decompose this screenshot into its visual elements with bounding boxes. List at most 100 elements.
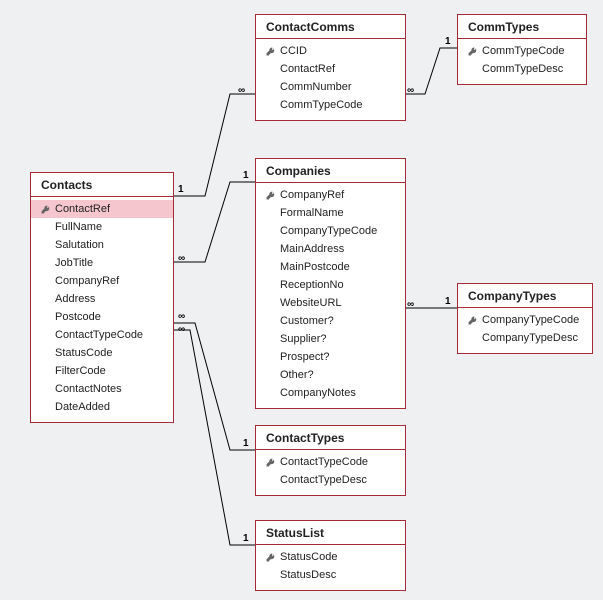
table-contactcomms-fields: CCID ContactRef CommNumber CommTypeCode bbox=[256, 39, 405, 120]
key-column bbox=[464, 316, 480, 325]
field-row[interactable]: Customer? bbox=[256, 312, 405, 330]
field-name: DateAdded bbox=[53, 401, 165, 413]
primary-key-icon bbox=[41, 205, 50, 214]
field-name: ReceptionNo bbox=[278, 279, 397, 291]
field-row[interactable]: CCID bbox=[256, 42, 405, 60]
field-name: StatusDesc bbox=[278, 569, 397, 581]
field-name: CommTypeCode bbox=[278, 99, 397, 111]
field-row[interactable]: CompanyRef bbox=[256, 186, 405, 204]
field-row[interactable]: StatusCode bbox=[256, 548, 405, 566]
field-name: CompanyRef bbox=[278, 189, 397, 201]
field-row[interactable]: DateAdded bbox=[31, 398, 173, 416]
field-name: ContactTypeCode bbox=[53, 329, 165, 341]
field-name: CompanyTypeCode bbox=[480, 314, 584, 326]
field-name: JobTitle bbox=[53, 257, 165, 269]
primary-key-icon bbox=[266, 458, 275, 467]
card-inf: ∞ bbox=[238, 85, 245, 96]
field-row[interactable]: FullName bbox=[31, 218, 173, 236]
field-row[interactable]: CommTypeCode bbox=[458, 42, 586, 60]
field-name: ContactTypeDesc bbox=[278, 474, 397, 486]
table-contacts[interactable]: Contacts ContactRefFullNameSalutationJob… bbox=[30, 172, 174, 423]
table-commtypes-fields: CommTypeCode CommTypeDesc bbox=[458, 39, 586, 84]
field-name: CompanyTypeDesc bbox=[480, 332, 584, 344]
field-row[interactable]: StatusDesc bbox=[256, 566, 405, 584]
field-row[interactable]: MainAddress bbox=[256, 240, 405, 258]
card-inf: ∞ bbox=[407, 299, 414, 310]
table-title: ContactComms bbox=[256, 15, 405, 39]
rel-contacts-contacttypes bbox=[172, 323, 255, 450]
primary-key-icon bbox=[266, 553, 275, 562]
field-row[interactable]: ContactTypeDesc bbox=[256, 471, 405, 489]
card-1: 1 bbox=[445, 296, 451, 307]
field-name: WebsiteURL bbox=[278, 297, 397, 309]
field-name: Customer? bbox=[278, 315, 397, 327]
field-row[interactable]: CompanyRef bbox=[31, 272, 173, 290]
table-statuslist[interactable]: StatusList StatusCode StatusDesc bbox=[255, 520, 406, 591]
field-row[interactable]: Supplier? bbox=[256, 330, 405, 348]
field-name: Salutation bbox=[53, 239, 165, 251]
field-row[interactable]: ReceptionNo bbox=[256, 276, 405, 294]
field-row[interactable]: Address bbox=[31, 290, 173, 308]
table-contacttypes[interactable]: ContactTypes ContactTypeCode ContactTypeD… bbox=[255, 425, 406, 496]
table-companytypes-fields: CompanyTypeCode CompanyTypeDesc bbox=[458, 308, 592, 353]
field-name: CompanyNotes bbox=[278, 387, 397, 399]
card-inf: ∞ bbox=[407, 85, 414, 96]
field-name: ContactRef bbox=[53, 203, 165, 215]
card-inf: ∞ bbox=[178, 324, 185, 335]
field-name: ContactNotes bbox=[53, 383, 165, 395]
field-row[interactable]: CompanyNotes bbox=[256, 384, 405, 402]
field-row[interactable]: JobTitle bbox=[31, 254, 173, 272]
card-inf: ∞ bbox=[178, 253, 185, 264]
field-row[interactable]: ContactNotes bbox=[31, 380, 173, 398]
field-name: FilterCode bbox=[53, 365, 165, 377]
field-row[interactable]: CompanyTypeCode bbox=[458, 311, 592, 329]
table-companytypes[interactable]: CompanyTypes CompanyTypeCode CompanyTypeD… bbox=[457, 283, 593, 354]
field-name: FormalName bbox=[278, 207, 397, 219]
field-row[interactable]: CommTypeCode bbox=[256, 96, 405, 114]
field-row[interactable]: Prospect? bbox=[256, 348, 405, 366]
field-name: StatusCode bbox=[278, 551, 397, 563]
table-title: CompanyTypes bbox=[458, 284, 592, 308]
field-name: Other? bbox=[278, 369, 397, 381]
table-title: StatusList bbox=[256, 521, 405, 545]
table-title: CommTypes bbox=[458, 15, 586, 39]
field-row[interactable]: CompanyTypeCode bbox=[256, 222, 405, 240]
field-row[interactable]: WebsiteURL bbox=[256, 294, 405, 312]
field-name: ContactRef bbox=[278, 63, 397, 75]
field-row[interactable]: ContactTypeCode bbox=[256, 453, 405, 471]
table-contacttypes-fields: ContactTypeCode ContactTypeDesc bbox=[256, 450, 405, 495]
field-name: CommTypeCode bbox=[480, 45, 578, 57]
rel-contacts-companies bbox=[172, 182, 255, 262]
field-row[interactable]: Postcode bbox=[31, 308, 173, 326]
table-companies[interactable]: Companies CompanyRef FormalName CompanyTyp… bbox=[255, 158, 406, 409]
field-name: Postcode bbox=[53, 311, 165, 323]
field-row[interactable]: FilterCode bbox=[31, 362, 173, 380]
table-statuslist-fields: StatusCode StatusDesc bbox=[256, 545, 405, 590]
card-1: 1 bbox=[243, 438, 249, 449]
field-row[interactable]: ContactRef bbox=[31, 200, 173, 218]
field-row[interactable]: Salutation bbox=[31, 236, 173, 254]
field-row[interactable]: ContactTypeCode bbox=[31, 326, 173, 344]
field-name: ContactTypeCode bbox=[278, 456, 397, 468]
field-name: CompanyRef bbox=[53, 275, 165, 287]
table-title: Companies bbox=[256, 159, 405, 183]
card-1: 1 bbox=[178, 184, 184, 195]
table-companies-fields: CompanyRef FormalName CompanyTypeCodeMainA… bbox=[256, 183, 405, 408]
table-title: ContactTypes bbox=[256, 426, 405, 450]
field-row[interactable]: CompanyTypeDesc bbox=[458, 329, 592, 347]
field-name: Prospect? bbox=[278, 351, 397, 363]
key-column bbox=[262, 191, 278, 200]
field-row[interactable]: CommTypeDesc bbox=[458, 60, 586, 78]
field-name: CCID bbox=[278, 45, 397, 57]
table-contactcomms[interactable]: ContactComms CCID ContactRef CommNumber Com… bbox=[255, 14, 406, 121]
card-1: 1 bbox=[445, 36, 451, 47]
table-commtypes[interactable]: CommTypes CommTypeCode CommTypeDesc bbox=[457, 14, 587, 85]
card-1: 1 bbox=[243, 170, 249, 181]
field-row[interactable]: ContactRef bbox=[256, 60, 405, 78]
field-row[interactable]: CommNumber bbox=[256, 78, 405, 96]
field-row[interactable]: Other? bbox=[256, 366, 405, 384]
field-row[interactable]: FormalName bbox=[256, 204, 405, 222]
field-row[interactable]: StatusCode bbox=[31, 344, 173, 362]
field-row[interactable]: MainPostcode bbox=[256, 258, 405, 276]
key-column bbox=[464, 47, 480, 56]
